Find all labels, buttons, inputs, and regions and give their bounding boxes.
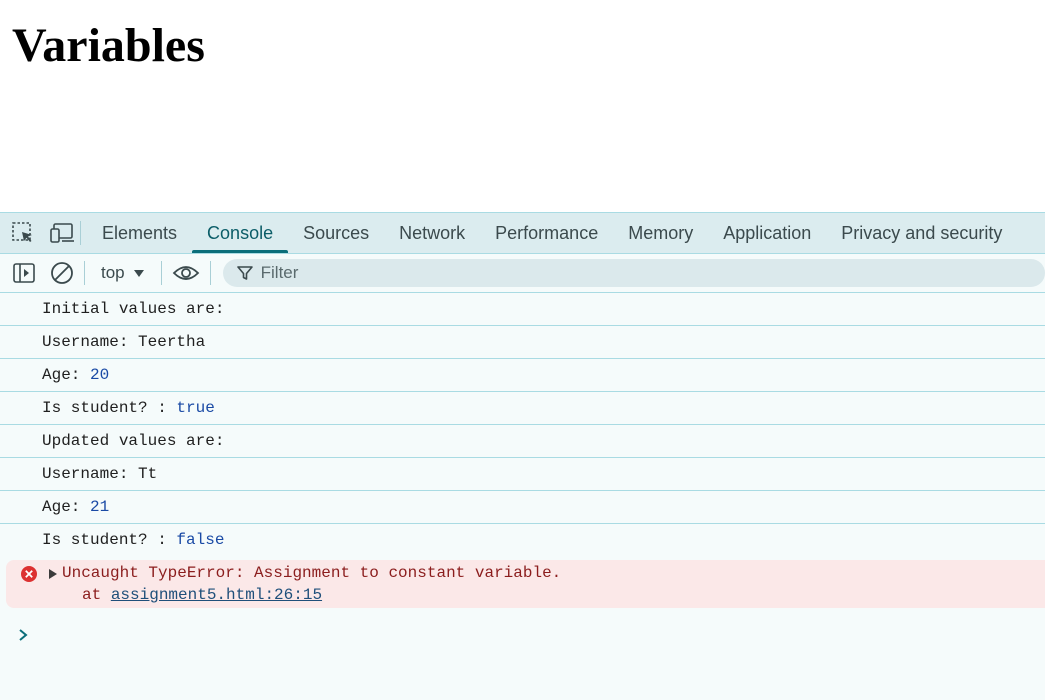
tab-performance[interactable]: Performance — [480, 213, 613, 253]
console-log-row: Is student? : true — [0, 392, 1045, 425]
tab-application[interactable]: Application — [708, 213, 826, 253]
tab-label: Memory — [628, 222, 694, 243]
filter-placeholder: Filter — [260, 263, 299, 282]
devtools-tabbar: Elements Console Sources Network Perform… — [0, 213, 1045, 254]
log-value: 20 — [90, 366, 110, 384]
tab-label: Privacy and security — [841, 222, 1003, 243]
log-text: Is student? : — [42, 531, 177, 549]
toolbar-separator — [160, 261, 162, 285]
error-stack-line: at assignment5.html:26:15 — [82, 586, 322, 604]
toolbar-separator — [84, 261, 85, 285]
console-log-row: Initial values are: — [0, 293, 1045, 326]
console-log-row: Age: 21 — [0, 491, 1045, 524]
error-at-prefix: at — [82, 586, 111, 604]
log-value: false — [176, 531, 225, 549]
tab-privacy-and-security[interactable]: Privacy and security — [826, 213, 1017, 253]
tab-label: Elements — [102, 222, 178, 243]
clear-console-icon[interactable] — [48, 259, 76, 287]
log-text: Age: — [42, 366, 91, 384]
error-message: Uncaught TypeError: Assignment to consta… — [62, 564, 562, 582]
tabbar-separator — [80, 221, 81, 245]
console-toolbar: top Filter — [0, 254, 1045, 293]
filter-icon — [236, 266, 253, 280]
tab-sources[interactable]: Sources — [288, 213, 384, 253]
page-heading: Variables — [12, 19, 205, 72]
console-output: Initial values are: Username: Teertha Ag… — [0, 293, 1045, 608]
console-log-row: Updated values are: — [0, 425, 1045, 458]
log-text: Username: Teertha — [42, 333, 206, 351]
devtools-panel: Elements Console Sources Network Perform… — [0, 212, 1045, 700]
context-label: top — [101, 263, 125, 282]
tab-elements[interactable]: Elements — [87, 213, 192, 253]
console-log-row: Age: 20 — [0, 359, 1045, 392]
inspect-element-icon[interactable] — [10, 213, 36, 253]
tab-network[interactable]: Network — [384, 213, 480, 253]
log-value: 21 — [90, 498, 110, 516]
tab-label: Performance — [495, 222, 599, 243]
log-text: Is student? : — [42, 399, 177, 417]
log-text: Updated values are: — [42, 432, 225, 450]
context-selector[interactable]: top — [93, 263, 153, 283]
filter-input[interactable]: Filter — [222, 259, 1045, 287]
toolbar-separator — [209, 261, 211, 285]
console-error-row: Uncaught TypeError: Assignment to consta… — [6, 560, 1045, 608]
live-expression-eye-icon[interactable] — [170, 259, 202, 287]
sidebar-toggle-icon[interactable] — [10, 259, 38, 287]
tab-label: Application — [723, 222, 812, 243]
log-text: Age: — [42, 498, 91, 516]
console-log-row: Is student? : false — [0, 524, 1045, 556]
console-prompt-icon[interactable] — [16, 627, 30, 643]
error-source-link[interactable]: assignment5.html:26:15 — [111, 586, 322, 604]
error-icon — [21, 566, 37, 582]
console-log-row: Username: Teertha — [0, 326, 1045, 359]
tab-label: Sources — [303, 222, 370, 243]
expand-triangle-icon[interactable] — [48, 568, 58, 580]
console-log-row: Username: Tt — [0, 458, 1045, 491]
tab-console[interactable]: Console — [192, 213, 289, 253]
caret-down-icon — [133, 270, 144, 277]
device-toolbar-icon[interactable] — [50, 213, 76, 253]
log-text: Initial values are: — [42, 300, 225, 318]
tab-memory[interactable]: Memory — [613, 213, 708, 253]
log-text: Username: Tt — [42, 465, 158, 483]
log-value: true — [176, 399, 215, 417]
tab-label: Console — [207, 222, 274, 243]
tab-label: Network — [399, 222, 466, 243]
